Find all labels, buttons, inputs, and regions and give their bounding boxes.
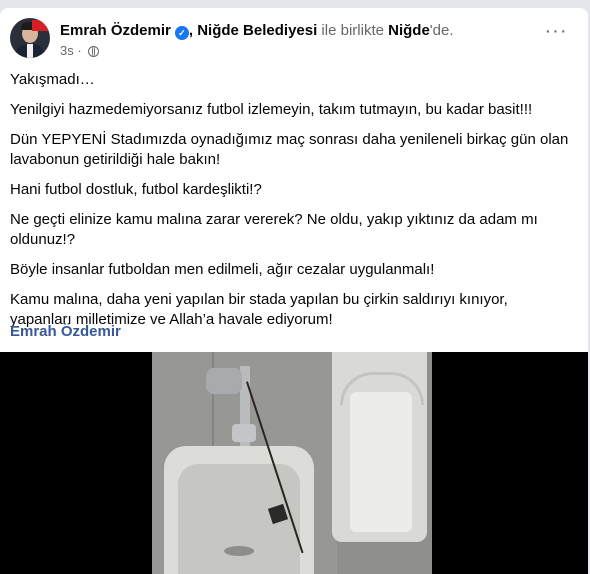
avatar-flag [32,20,48,31]
with-text: ile birlikte [317,22,389,39]
post-card: Emrah Özdemir ✓, Niğde Belediyesi ile bir… [0,8,588,574]
post-time[interactable]: 3s [60,43,74,58]
time-dot: · [73,43,86,58]
photo-urinal-right [332,352,427,542]
name-separator: , [188,22,198,39]
post-header: Emrah Özdemir ✓, Niğde Belediyesi ile bir… [10,18,578,62]
author-line: Emrah Özdemir ✓, Niğde Belediyesi ile bir… [60,21,454,41]
post-paragraph: Yakışmadı… [10,71,95,88]
photo-valve-lower [232,424,256,442]
avatar-shirt [27,44,33,58]
verified-badge-icon: ✓ [174,26,189,40]
page-name[interactable]: Niğde Belediyesi [197,22,317,39]
post-meta: 3s · [60,43,100,59]
post-paragraph: Ne geçti elinize kamu malına zarar verer… [10,211,538,248]
author-avatar[interactable] [10,18,50,58]
location-suffix: 'de. [429,22,454,39]
location-name[interactable]: Niğde [388,22,430,39]
post-media[interactable] [0,352,588,574]
post-paragraph: Dün YEPYENİ Stadımızda oynadığımız maç s… [10,131,569,168]
post-paragraph: Hani futbol dostluk, futbol kardeşlikti!… [10,181,262,198]
post-photo[interactable] [152,352,432,574]
post-paragraph: Yenilgiyi hazmedemiyorsanız futbol izlem… [10,101,533,118]
photo-valve [206,368,242,394]
globe-icon [88,46,100,57]
more-options-icon[interactable]: ··· [540,21,572,46]
signature-link[interactable]: Emrah Özdemir [10,323,121,340]
post-paragraph: Böyle insanlar futboldan men edilmeli, a… [10,261,435,278]
urinal-drain [224,546,254,556]
post-text: Yakışmadı… Yenilgiyi hazmedemiyorsanız f… [10,70,570,340]
urinal-inner [350,392,412,532]
author-name[interactable]: Emrah Özdemir [60,22,171,39]
photo-urinal-broken [164,446,314,574]
